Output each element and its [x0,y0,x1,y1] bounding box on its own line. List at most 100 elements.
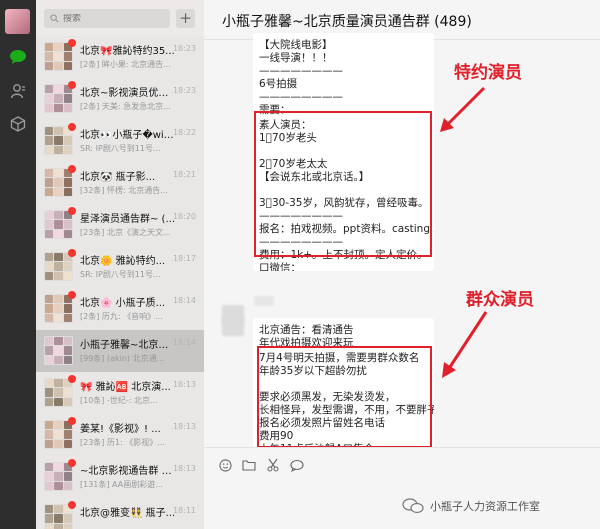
conversation-time: 18:17 [172,254,196,263]
conversation-name: 姜某!《影视》! ... [80,424,161,435]
conversation-preview: [23条] 历1: 《影视》... [80,438,165,447]
conversation-name: 北京@雅变👯 瓶子... [80,508,176,519]
conversation-name: 星泽演员通告群~ (... [80,214,175,225]
message-line: 【大院线电影】 [259,39,333,51]
unread-dot [68,417,76,425]
conversation-item[interactable]: 北京🌸 小瓶子质... 18:14 [2条] 历九: 《音响》... [36,288,204,330]
conversation-name: 🎀 雅訫🆎 北京演... [80,382,171,393]
unread-dot [68,39,76,47]
group-avatar [44,126,73,155]
conversation-preview: [32条] 怀楞: 北京通告... [80,186,168,195]
input-toolbar [218,458,304,472]
conversation-time: 18:14 [172,338,196,347]
conversation-item[interactable]: 小瓶子雅馨~北京质... 18:14 [99条] (akin) 北京通... [36,330,204,372]
conversation-name: 北京🎀雅訫特约35... [80,46,175,57]
favorites-cube-icon[interactable] [8,114,28,134]
unread-dot [68,81,76,89]
conversation-preview: SR: IP剧八号到11号... [80,144,161,153]
add-chat-button[interactable]: + [176,9,195,28]
conversation-time: 18:23 [172,86,196,95]
conversation-name: 小瓶子雅馨~北京质... [80,340,176,351]
group-avatar [44,252,73,281]
unread-dot [68,123,76,131]
group-avatar [44,336,73,365]
unread-dot [68,375,76,383]
message-line: 口微信： [259,262,301,271]
chat-title: 小瓶子雅馨~北京质量演员通告群 (489) [222,14,472,30]
unread-dot [68,207,76,215]
chat-icon[interactable] [8,47,28,67]
conversation-time: 18:11 [172,506,196,515]
unread-dot [68,165,76,173]
conversation-preview: [131条] AA画剧彩遊... [80,480,163,489]
search-input[interactable] [63,13,163,24]
conversation-preview: [2条] 天美: 急发急北京... [80,102,171,111]
conversation-time: 18:13 [172,422,196,431]
conversation-name: 北京👀小瓶子�without [80,130,176,141]
unread-dot [68,291,76,299]
conversation-preview: [2条] 眸小果: 北京通告... [80,60,171,69]
highlight-box-crowd [257,346,432,448]
screenshot-scissors-icon[interactable] [266,458,280,472]
message-line: 6号拍摄 [259,78,298,90]
conversation-preview: SR: IP剧八号到11号... [80,270,161,279]
conversation-item[interactable]: 北京🎀雅訫特约35... 18:23 [2条] 眸小果: 北京通告... [36,36,204,78]
conversation-time: 18:20 [172,212,196,221]
conversation-item[interactable]: 北京~影视演员优质... 18:23 [2条] 天美: 急发急北京... [36,78,204,120]
message-line: 北京通告：看清通告 [259,324,354,336]
conversation-time: 18:13 [172,380,196,389]
message-line: ———————— [259,65,343,77]
message-line: ———————— [259,91,343,103]
group-avatar [44,420,73,449]
conversation-preview: [2条] 历九: 《音响》... [80,312,163,321]
conversation-name: 北京🐼 瓶子影... [80,172,156,183]
group-avatar [44,168,73,197]
conversation-preview: [23条] 北京《演之天文... [80,228,171,237]
search-icon [50,14,59,23]
conversation-name: 北京🌸 小瓶子质... [80,298,166,309]
group-avatar [44,378,73,407]
conversation-item[interactable]: ~北京影视通告群 🐼... 18:13 [131条] AA画剧彩遊... [36,456,204,498]
conversation-name: 北京~影视演员优质... [80,88,176,99]
group-avatar [44,210,73,239]
my-avatar[interactable] [5,9,30,34]
group-avatar [44,462,73,491]
message-input-area[interactable]: 小瓶子人力资源工作室 [204,447,600,529]
message-line: 一线导演！！！ [259,52,333,64]
conversation-item[interactable]: 北京👀小瓶子�without18:22 SR: IP剧八号到11号... [36,120,204,162]
group-avatar [44,42,73,71]
unread-dot [68,459,76,467]
conversation-item[interactable]: 北京🐼 瓶子影... 18:21 [32条] 怀楞: 北京通告... [36,162,204,204]
highlight-box-special [254,111,432,257]
sender-name-blurred [254,296,274,306]
conversation-item[interactable]: 姜某!《影视》! ... 18:13 [23条] 历1: 《影视》... [36,414,204,456]
wechat-logo-icon [402,498,424,514]
annotation-crowd-actor: 群众演员 [466,290,534,310]
conversation-time: 18:14 [172,296,196,305]
conversation-item[interactable]: 北京@雅变👯 瓶子... 18:11 [36,498,204,529]
unread-dot [68,501,76,509]
conversation-time: 18:22 [172,128,196,137]
search-bar: + [36,0,204,36]
conversation-item[interactable]: 北京🌼 雅訫特约... 18:17 SR: IP剧八号到11号... [36,246,204,288]
arrow-icon [442,311,488,378]
arrow-icon [440,86,486,132]
conversation-item[interactable]: 星泽演员通告群~ (... 18:20 [23条] 北京《演之天文... [36,204,204,246]
annotation-special-actor: 特约演员 [454,63,522,83]
contacts-icon[interactable] [8,81,28,101]
emoji-icon[interactable] [218,458,232,472]
chat-panel: 小瓶子雅馨~北京质量演员通告群 (489) 【大院线电影】 一线导演！！！ ————… [204,0,600,529]
conversation-time: 18:23 [172,44,196,53]
group-avatar [44,84,73,113]
sender-avatar-2[interactable] [222,314,244,336]
search-box[interactable] [44,9,170,28]
folder-icon[interactable] [242,458,256,472]
conversation-time: 18:21 [172,170,196,179]
watermark-text: 小瓶子人力资源工作室 [430,500,540,513]
conversation-name: ~北京影视通告群 🐼... [80,466,176,477]
conversation-list: + 北京🎀雅訫特约35...18:23[2条] 眸小果: 北京通告...北京~影… [36,0,204,529]
conversation-preview: [99条] (akin) 北京通... [80,354,165,363]
chat-history-icon[interactable] [290,458,304,472]
conversation-preview: [10条] -世纪-: 北京... [80,396,158,405]
conversation-item[interactable]: 🎀 雅訫🆎 北京演... 18:13 [10条] -世纪-: 北京... [36,372,204,414]
